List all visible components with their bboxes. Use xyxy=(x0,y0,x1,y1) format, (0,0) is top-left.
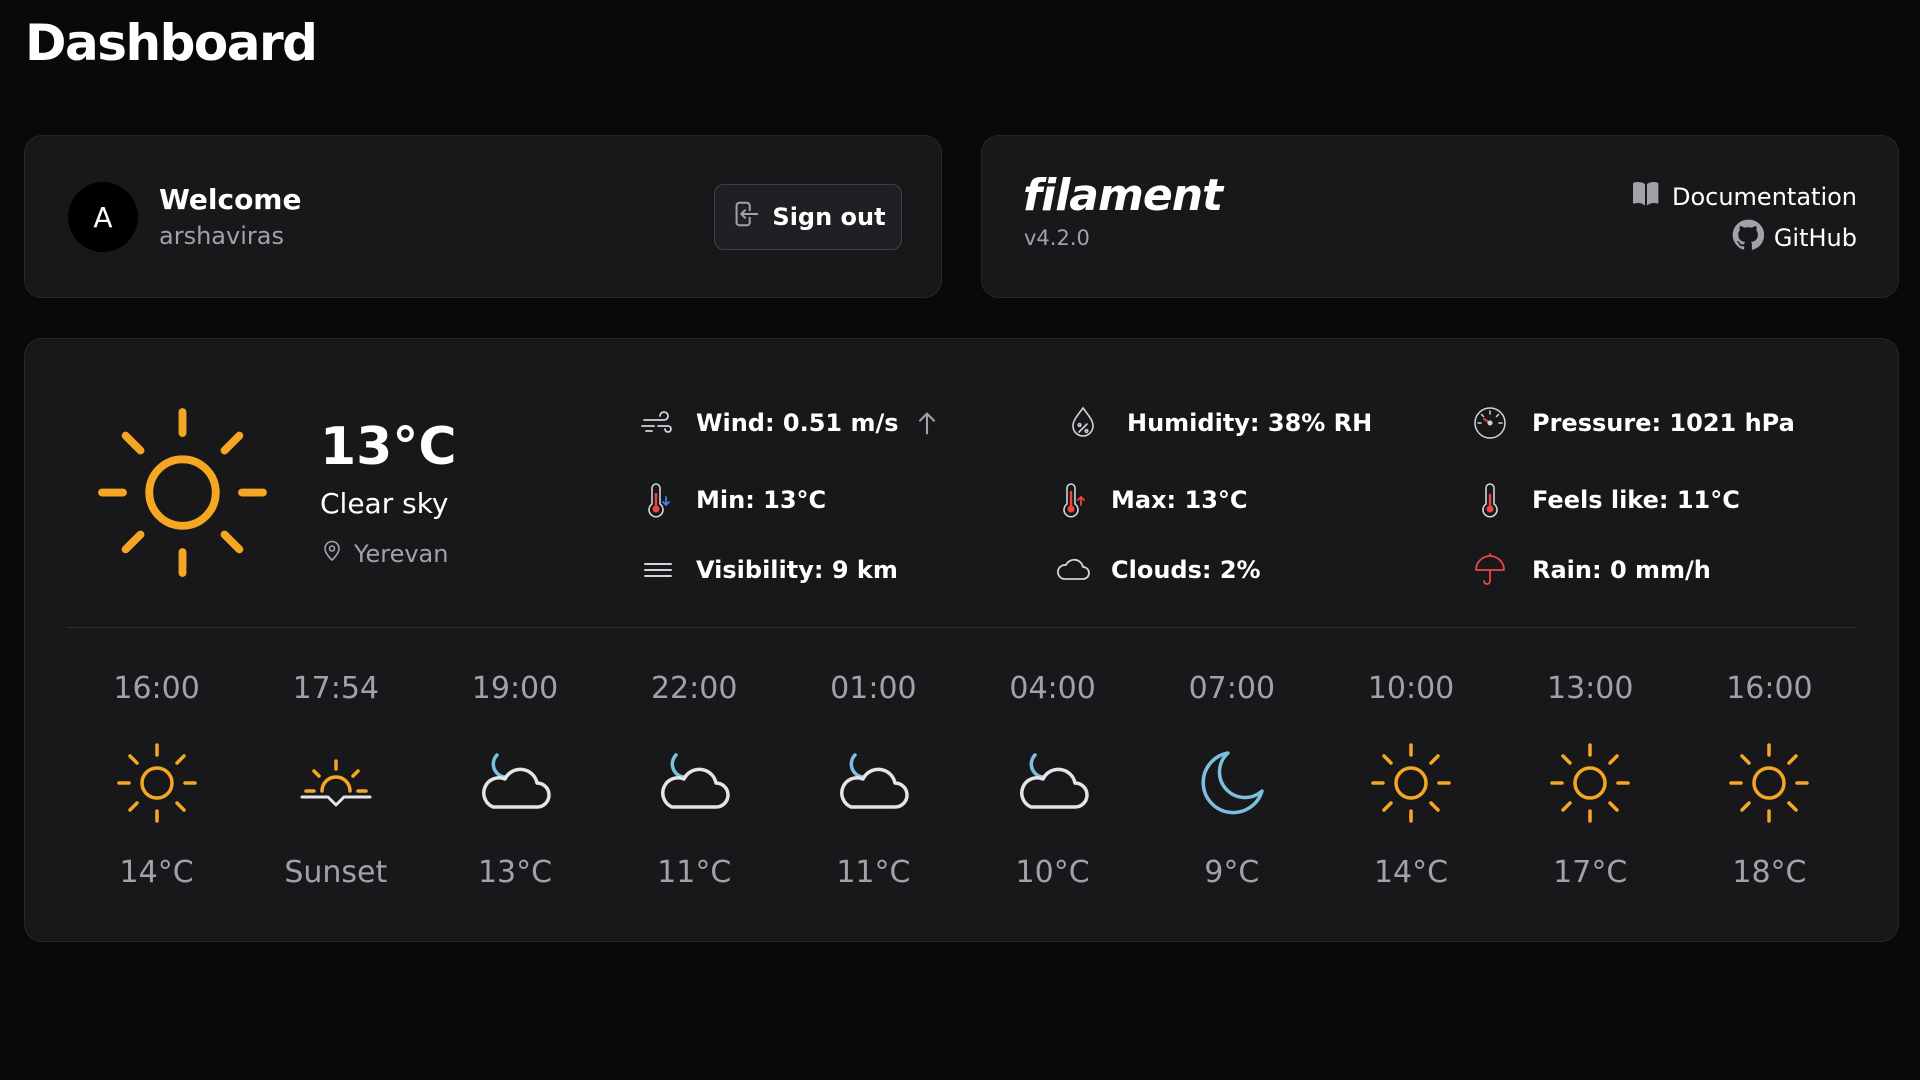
forecast-time: 04:00 xyxy=(1009,671,1096,706)
divider xyxy=(67,627,1856,628)
cloudy-night-icon xyxy=(646,735,742,831)
sunset-icon xyxy=(288,735,384,831)
sign-out-button[interactable]: Sign out xyxy=(714,184,902,250)
forecast-item: 16:00 14°C xyxy=(67,665,246,905)
forecast-item: 13:00 17°C xyxy=(1501,665,1680,905)
forecast-item: 07:00 9°C xyxy=(1142,665,1321,905)
forecast-time: 16:00 xyxy=(113,671,200,706)
forecast-item: 04:00 10°C xyxy=(963,665,1142,905)
sun-icon xyxy=(95,405,270,580)
weather-condition: Clear sky xyxy=(320,487,449,520)
umbrella-icon xyxy=(1468,548,1512,592)
account-widget: A Welcome arshaviras Sign out xyxy=(24,135,942,298)
rain-label: Rain: 0 mm/h xyxy=(1532,556,1711,584)
map-pin-icon xyxy=(320,539,344,569)
forecast-item: 16:00 18°C xyxy=(1680,665,1859,905)
forecast-time: 10:00 xyxy=(1367,671,1455,706)
rain-stat: Rain: 0 mm/h xyxy=(1468,548,1711,592)
forecast-value: 18°C xyxy=(1732,855,1807,890)
forecast-value: 14°C xyxy=(1373,855,1449,890)
cloudy-night-icon xyxy=(825,735,921,831)
sun-icon xyxy=(1363,735,1459,831)
documentation-label: Documentation xyxy=(1671,183,1857,211)
forecast-value: 13°C xyxy=(477,855,553,890)
forecast-time: 01:00 xyxy=(830,671,917,706)
documentation-link[interactable]: Documentation xyxy=(1630,178,1857,216)
max-temperature-stat: Max: 13°C xyxy=(1051,478,1248,522)
forecast-time: 17:54 xyxy=(292,671,380,706)
clouds-stat: Clouds: 2% xyxy=(1051,548,1261,592)
forecast-value: 10°C xyxy=(1015,855,1090,890)
clouds-label: Clouds: 2% xyxy=(1111,556,1261,584)
thermometer-up-icon xyxy=(1051,478,1095,522)
cloudy-night-icon xyxy=(1005,735,1101,831)
location-label: Yerevan xyxy=(354,540,449,568)
max-temperature-label: Max: 13°C xyxy=(1111,486,1248,514)
sign-out-label: Sign out xyxy=(772,203,886,231)
sun-icon xyxy=(1721,735,1817,831)
sun-icon xyxy=(109,735,205,831)
github-icon xyxy=(1732,219,1765,257)
forecast-time: 19:00 xyxy=(471,671,559,706)
wind-direction-arrow-icon xyxy=(918,412,935,435)
forecast-item: 17:54 Sunset xyxy=(246,665,425,905)
avatar[interactable]: A xyxy=(68,182,138,252)
forecast-time: 22:00 xyxy=(650,671,738,706)
visibility-label: Visibility: 9 km xyxy=(696,556,898,584)
forecast-item: 19:00 13°C xyxy=(425,665,604,905)
forecast-value: 11°C xyxy=(657,855,732,890)
forecast-time: 07:00 xyxy=(1188,671,1276,706)
forecast-value: 17°C xyxy=(1553,855,1628,890)
wind-icon xyxy=(636,401,680,445)
humidity-drop-icon xyxy=(1061,401,1105,445)
forecast-item: 01:00 11°C xyxy=(784,665,963,905)
welcome-label: Welcome xyxy=(159,183,302,216)
filament-info-widget: filament v4.2.0 xyxy=(981,135,1899,298)
min-temperature-stat: Min: 13°C xyxy=(636,478,826,522)
sun-icon xyxy=(1542,735,1638,831)
username: arshaviras xyxy=(159,222,284,250)
filament-logo: filament xyxy=(1023,170,1223,221)
humidity-label: Humidity: 38% RH xyxy=(1127,409,1373,437)
min-temperature-label: Min: 13°C xyxy=(696,486,827,514)
cloud-icon xyxy=(1051,548,1095,592)
forecast-value: Sunset xyxy=(284,855,388,890)
hourly-forecast: 16:00 14°C 17:54 Sunset 19:00 13°C 22:00 11°C 01… xyxy=(67,665,1859,905)
forecast-time: 16:00 xyxy=(1726,671,1813,706)
page-title: Dashboard xyxy=(25,14,318,72)
forecast-value: 14°C xyxy=(119,855,194,890)
forecast-time: 13:00 xyxy=(1546,671,1634,706)
visibility-stat: Visibility: 9 km xyxy=(636,548,898,592)
fog-lines-icon xyxy=(636,548,680,592)
github-link[interactable]: GitHub xyxy=(1732,219,1857,257)
forecast-value: 11°C xyxy=(836,855,911,890)
feels-like-stat: Feels like: 11°C xyxy=(1468,478,1740,522)
wind-stat: Wind: 0.51 m/s xyxy=(636,401,941,445)
current-temperature: 13°C xyxy=(320,417,457,477)
forecast-value: 9°C xyxy=(1204,855,1260,890)
thermometer-icon xyxy=(1468,478,1512,522)
pressure-label: Pressure: 1021 hPa xyxy=(1532,409,1795,437)
pressure-gauge-icon xyxy=(1468,401,1512,445)
humidity-stat: Humidity: 38% RH xyxy=(1061,401,1372,445)
dashboard-page: Dashboard A Welcome arshaviras Sign out … xyxy=(0,0,1920,1080)
book-icon xyxy=(1630,178,1662,216)
thermometer-down-icon xyxy=(636,478,680,522)
forecast-item: 10:00 14°C xyxy=(1321,665,1500,905)
github-label: GitHub xyxy=(1773,224,1857,252)
feels-like-label: Feels like: 11°C xyxy=(1532,486,1740,514)
version-label: v4.2.0 xyxy=(1024,226,1090,250)
sign-out-icon xyxy=(730,199,760,235)
wind-label: Wind: 0.51 m/s xyxy=(696,409,899,437)
cloudy-night-icon xyxy=(467,735,563,831)
weather-widget: 13°C Clear sky Yerevan Wind: 0.51 m/s Hu… xyxy=(24,338,1899,942)
pressure-stat: Pressure: 1021 hPa xyxy=(1468,401,1795,445)
moon-icon xyxy=(1184,735,1280,831)
forecast-item: 22:00 11°C xyxy=(605,665,784,905)
location: Yerevan xyxy=(320,539,448,569)
